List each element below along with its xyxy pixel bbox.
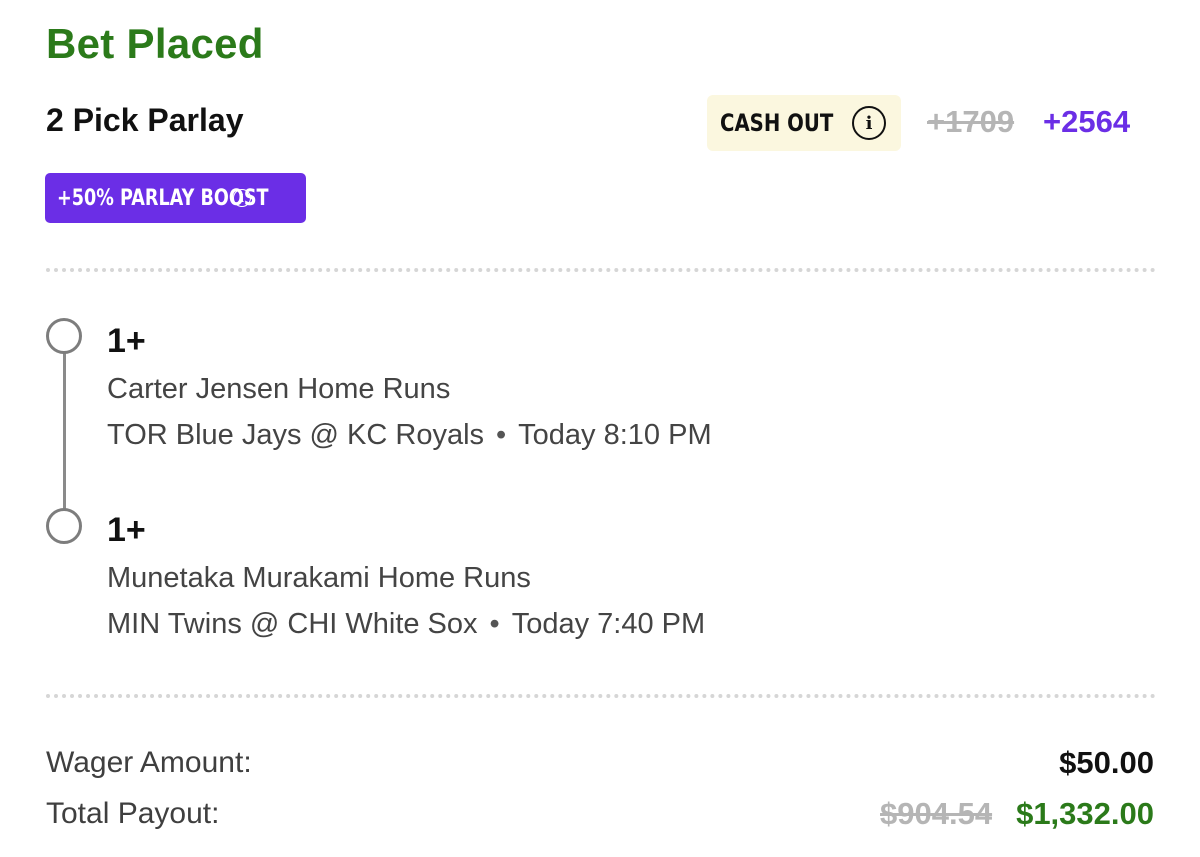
separator-dot: • — [496, 419, 507, 451]
leg-1-game-info: TOR Blue Jays @ KC Royals • Today 8:10 PM — [107, 419, 712, 452]
boosted-odds: +2564 — [1043, 104, 1131, 139]
leg-1-time: Today 8:10 PM — [518, 419, 712, 451]
info-icon[interactable]: i — [852, 106, 886, 140]
parlay-boost-label: +50% PARLAY BOOST — [57, 185, 269, 211]
leg-2-game-info: MIN Twins @ CHI White Sox • Today 7:40 PM — [107, 608, 705, 641]
cash-out-label: CASH OUT — [720, 109, 834, 137]
leg-1-value: 1+ — [107, 322, 146, 360]
divider — [46, 268, 1156, 272]
cash-out-button[interactable]: CASH OUT i — [707, 95, 901, 151]
wager-amount-value: $50.00 — [1059, 745, 1154, 780]
leg-2-market: Munetaka Murakami Home Runs — [107, 562, 531, 594]
bet-type-label: 2 Pick Parlay — [46, 102, 244, 138]
total-payout-row-value: $904.54 $1,332.00 — [880, 796, 1154, 832]
original-payout: $904.54 — [880, 796, 993, 831]
leg-timeline-connector — [63, 352, 66, 512]
leg-status-circle-icon — [46, 318, 82, 354]
leg-status-circle-icon — [46, 508, 82, 544]
boosted-payout: $1,332.00 — [1016, 796, 1154, 831]
leg-1-market: Carter Jensen Home Runs — [107, 373, 451, 405]
leg-2-time: Today 7:40 PM — [511, 608, 706, 640]
leg-2-value: 1+ — [107, 511, 146, 549]
divider — [46, 694, 1156, 698]
bet-slip-confirmation: Bet Placed 2 Pick Parlay CASH OUT i +170… — [0, 0, 1200, 857]
original-odds: +1709 — [927, 104, 1015, 139]
page-title: Bet Placed — [46, 20, 264, 67]
separator-dot: • — [489, 608, 500, 640]
leg-1-matchup: TOR Blue Jays @ KC Royals — [107, 419, 485, 451]
wager-amount-row-value: $50.00 — [1059, 745, 1154, 781]
parlay-boost-badge[interactable]: +50% PARLAY BOOST i — [45, 173, 306, 223]
wager-amount-label: Wager Amount: — [46, 746, 252, 779]
leg-2-matchup: MIN Twins @ CHI White Sox — [107, 608, 478, 640]
total-payout-label: Total Payout: — [46, 797, 220, 830]
